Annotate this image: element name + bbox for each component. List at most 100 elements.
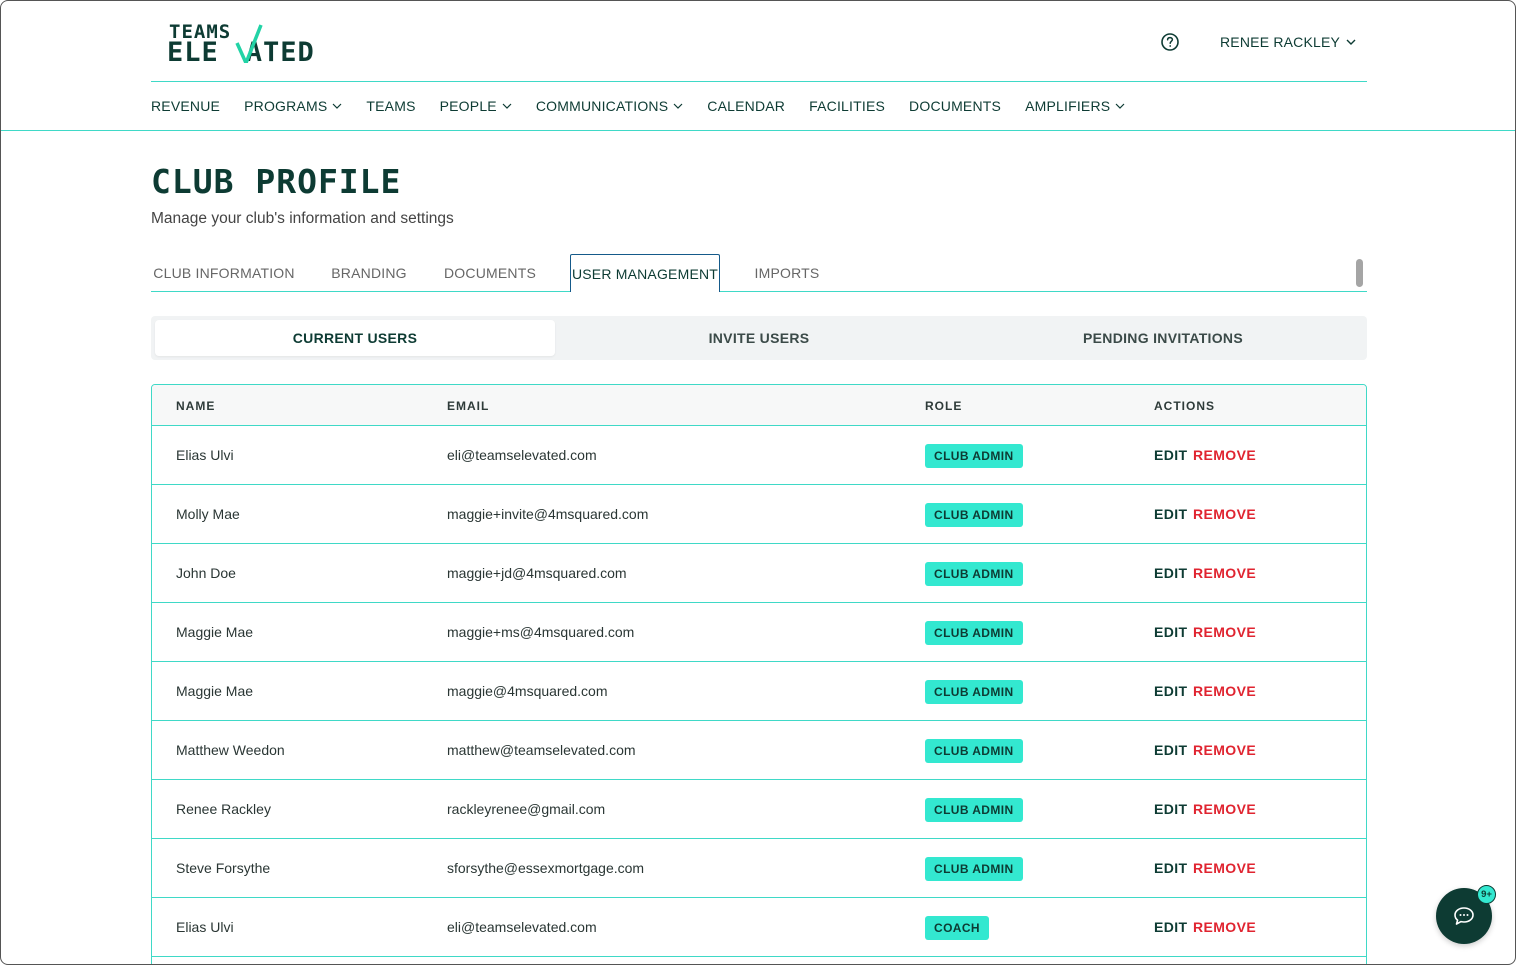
tabs-scrollbar[interactable] — [1356, 259, 1363, 287]
user-email-cell: maggie+ms@4msquared.com — [447, 624, 635, 640]
user-name-cell: Molly Mae — [176, 506, 240, 522]
main-nav: REVENUE PROGRAMS TEAMS PEOPLE COMMUNICAT… — [151, 97, 1125, 115]
remove-button[interactable]: REMOVE — [1193, 506, 1256, 522]
nav-label: TEAMS — [366, 98, 416, 114]
user-email-cell: eli@teamselevated.com — [447, 447, 597, 463]
remove-button[interactable]: REMOVE — [1193, 742, 1256, 758]
remove-button[interactable]: REMOVE — [1193, 919, 1256, 935]
tab-label: BRANDING — [331, 264, 407, 281]
edit-button[interactable]: EDIT — [1154, 565, 1188, 581]
segment-label: PENDING INVITATIONS — [1083, 330, 1243, 346]
tab-documents[interactable]: DOCUMENTS — [442, 254, 538, 291]
role-badge: CLUB ADMIN — [925, 857, 1023, 881]
table-row: Maggie Mae maggie+ms@4msquared.com CLUB … — [152, 603, 1366, 662]
table-header: NAME EMAIL ROLE ACTIONS — [152, 385, 1366, 426]
user-name-cell: Elias Ulvi — [176, 447, 234, 463]
nav-item-people[interactable]: PEOPLE — [440, 97, 512, 115]
remove-button[interactable]: REMOVE — [1193, 565, 1256, 581]
column-header-role: ROLE — [925, 399, 963, 413]
table-row: John Doe maggie+jd@4msquared.com CLUB AD… — [152, 544, 1366, 603]
nav-item-calendar[interactable]: CALENDAR — [707, 97, 785, 115]
remove-button[interactable]: REMOVE — [1193, 801, 1256, 817]
users-table: NAME EMAIL ROLE ACTIONS Elias Ulvi eli@t… — [151, 384, 1367, 964]
segment-pending-invitations[interactable]: PENDING INVITATIONS — [963, 320, 1363, 356]
edit-button[interactable]: EDIT — [1154, 801, 1188, 817]
user-name-cell: Maggie Mae — [176, 624, 254, 640]
table-row: Matthew Weedon matthew@teamselevated.com… — [152, 721, 1366, 780]
segment-invite-users[interactable]: INVITE USERS — [559, 320, 959, 356]
segment-label: CURRENT USERS — [292, 330, 418, 346]
edit-button[interactable]: EDIT — [1154, 919, 1188, 935]
user-name-cell: John Doe — [176, 565, 236, 581]
nav-item-communications[interactable]: COMMUNICATIONS — [536, 97, 683, 115]
user-email-cell: matthew@teamselevated.com — [447, 742, 636, 758]
role-badge: CLUB ADMIN — [925, 621, 1023, 645]
role-badge: CLUB ADMIN — [925, 562, 1023, 586]
remove-button[interactable]: REMOVE — [1193, 860, 1256, 876]
tab-label: CLUB INFORMATION — [153, 264, 295, 281]
remove-button[interactable]: REMOVE — [1193, 447, 1256, 463]
user-email-cell: maggie+jd@4msquared.com — [447, 565, 627, 581]
remove-button[interactable]: REMOVE — [1193, 683, 1256, 699]
user-email-cell: maggie+invite@4msquared.com — [447, 506, 649, 522]
nav-item-programs[interactable]: PROGRAMS — [244, 97, 342, 115]
edit-button[interactable]: EDIT — [1154, 624, 1188, 640]
segment-label: INVITE USERS — [708, 330, 810, 346]
role-badge: COACH — [925, 916, 989, 940]
nav-item-amplifiers[interactable]: AMPLIFIERS — [1025, 97, 1125, 115]
header-divider — [151, 81, 1367, 82]
chat-unread-badge: 9+ — [1477, 885, 1496, 904]
user-name-cell: Elias Ulvi — [176, 919, 234, 935]
app-window: TEAMS ELE ATED RENEE RACKLEY REVENUE PROG… — [0, 0, 1516, 965]
tab-club-information[interactable]: CLUB INFORMATION — [151, 254, 297, 291]
user-view-switcher: CURRENT USERS INVITE USERS PENDING INVIT… — [151, 316, 1367, 360]
user-menu-button[interactable]: RENEE RACKLEY — [1220, 34, 1356, 50]
user-email-cell: rackleyrenee@gmail.com — [447, 801, 606, 817]
table-row: Maggie Mae maggie@4msquared.com CLUB ADM… — [152, 662, 1366, 721]
user-name-cell: Steve Forsythe — [176, 860, 271, 876]
chevron-down-icon — [673, 103, 683, 109]
table-row: Elias Ulvi eli@teamselevated.com COACH E… — [152, 898, 1366, 957]
table-row: Elias Ulvi eli@teamselevated.com CLUB AD… — [152, 426, 1366, 485]
remove-button[interactable]: REMOVE — [1193, 624, 1256, 640]
user-name: RENEE RACKLEY — [1220, 34, 1341, 50]
role-badge: CLUB ADMIN — [925, 798, 1023, 822]
nav-item-revenue[interactable]: REVENUE — [151, 97, 220, 115]
role-badge: CLUB ADMIN — [925, 503, 1023, 527]
tab-branding[interactable]: BRANDING — [329, 254, 409, 291]
edit-button[interactable]: EDIT — [1154, 683, 1188, 699]
edit-button[interactable]: EDIT — [1154, 742, 1188, 758]
user-name-cell: Renee Rackley — [176, 801, 271, 817]
profile-tabs: CLUB INFORMATION BRANDING DOCUMENTS USER… — [151, 254, 1367, 292]
user-name-cell: Matthew Weedon — [176, 742, 285, 758]
nav-label: PROGRAMS — [244, 98, 328, 114]
tab-label: USER MANAGEMENT — [571, 265, 719, 282]
tab-label: IMPORTS — [754, 264, 820, 281]
table-row: Molly Mae maggie+invite@4msquared.com CL… — [152, 485, 1366, 544]
question-circle-icon[interactable] — [1160, 32, 1180, 52]
user-email-cell: eli@teamselevated.com — [447, 919, 597, 935]
tab-user-management[interactable]: USER MANAGEMENT — [570, 254, 720, 292]
edit-button[interactable]: EDIT — [1154, 447, 1188, 463]
page-subtitle: Manage your club's information and setti… — [151, 210, 454, 227]
nav-item-facilities[interactable]: FACILITIES — [809, 97, 885, 115]
column-header-email: EMAIL — [447, 399, 490, 413]
teams-elevated-logo[interactable]: TEAMS ELE ATED — [167, 21, 357, 68]
edit-button[interactable]: EDIT — [1154, 860, 1188, 876]
nav-item-teams[interactable]: TEAMS — [366, 97, 415, 115]
chat-bubble-icon — [1454, 907, 1474, 925]
logo-part-left: ELE — [167, 37, 219, 68]
table-row: Renee Rackley rackleyrenee@gmail.com CLU… — [152, 780, 1366, 839]
role-badge: CLUB ADMIN — [925, 444, 1023, 468]
nav-label: FACILITIES — [809, 98, 886, 114]
chevron-down-icon — [502, 103, 512, 109]
role-badge: CLUB ADMIN — [925, 739, 1023, 763]
nav-label: COMMUNICATIONS — [535, 98, 669, 114]
tab-imports[interactable]: IMPORTS — [752, 254, 822, 291]
nav-label: DOCUMENTS — [909, 98, 1002, 114]
segment-current-users[interactable]: CURRENT USERS — [155, 320, 555, 356]
top-header: TEAMS ELE ATED RENEE RACKLEY REVENUE PROG… — [1, 1, 1515, 131]
edit-button[interactable]: EDIT — [1154, 506, 1188, 522]
nav-item-documents[interactable]: DOCUMENTS — [909, 97, 1001, 115]
nav-label: AMPLIFIERS — [1025, 98, 1111, 114]
